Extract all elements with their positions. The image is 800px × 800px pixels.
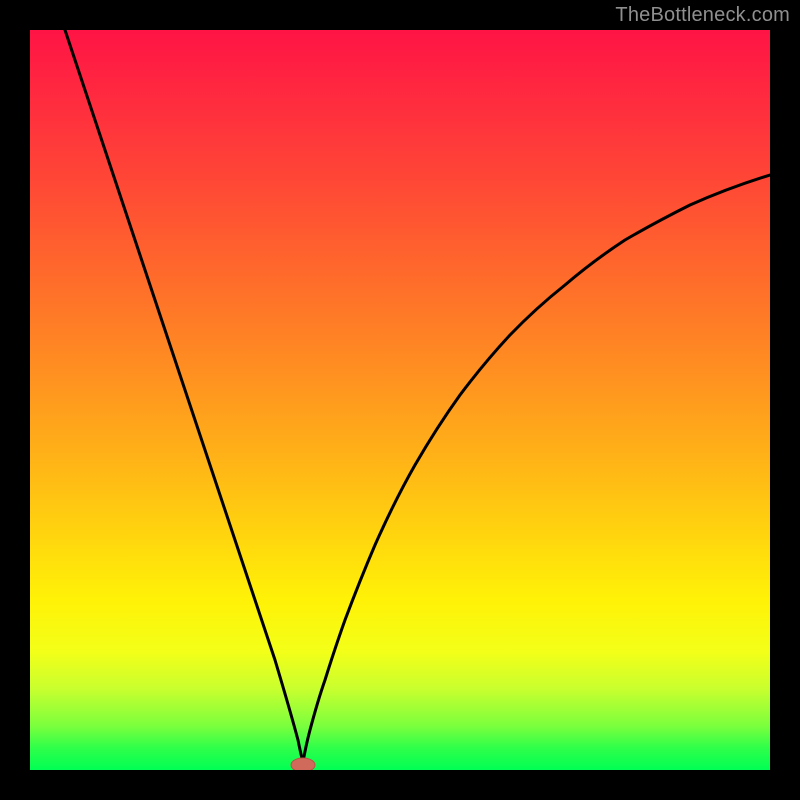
watermark-text: TheBottleneck.com bbox=[615, 4, 790, 27]
chart-curve-svg bbox=[30, 30, 770, 770]
chart-plot-area bbox=[30, 30, 770, 770]
trough-marker bbox=[291, 758, 315, 770]
curve-left-branch bbox=[65, 30, 303, 762]
curve-right-branch bbox=[303, 175, 770, 762]
chart-frame: TheBottleneck.com bbox=[0, 0, 800, 800]
